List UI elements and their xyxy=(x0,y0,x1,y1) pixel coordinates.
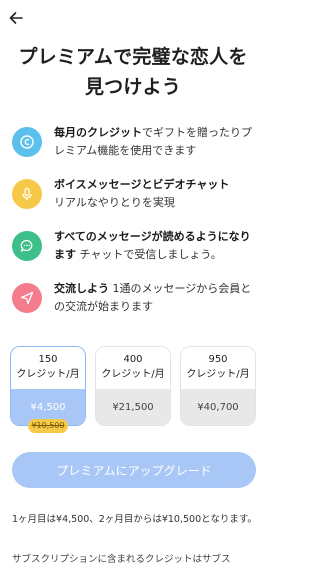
chat-icon xyxy=(12,231,42,261)
original-price-badge: ¥10,500 xyxy=(28,419,68,433)
feature-item-voice: ボイスメッセージとビデオチャット リアルなやりとりを実現 xyxy=(12,176,254,212)
feature-title: 毎月のクレジット xyxy=(54,126,142,139)
back-button[interactable] xyxy=(6,8,26,28)
plan-option-950[interactable]: 950 クレジット/月 ¥40,700 xyxy=(180,346,256,426)
feature-description: リアルなやりとりを実現 xyxy=(54,196,175,209)
plan-credit-unit: クレジット/月 xyxy=(101,369,165,380)
feature-text: すべてのメッセージが読めるようになります チャットで受信しましょう。 xyxy=(54,228,254,264)
plan-credits: 150 クレジット/月 xyxy=(11,347,85,389)
feature-item-interact: 交流しよう 1通のメッセージから会員との交流が始まります xyxy=(12,280,254,316)
arrow-left-icon xyxy=(9,12,23,24)
plan-credits: 950 クレジット/月 xyxy=(181,347,255,389)
plan-credits: 400 クレジット/月 xyxy=(96,347,170,389)
plan-selector: 150 クレジット/月 ¥4,500 400 クレジット/月 ¥21,500 9… xyxy=(10,346,256,426)
upgrade-button[interactable]: プレミアムにアップグレード xyxy=(12,452,256,488)
top-bar xyxy=(0,0,266,38)
microphone-icon xyxy=(12,179,42,209)
plan-option-400[interactable]: 400 クレジット/月 ¥21,500 xyxy=(95,346,171,426)
plan-credit-unit: クレジット/月 xyxy=(186,369,250,380)
feature-list: 毎月のクレジットでギフトを贈ったりプレミアム機能を使用できます ボイスメッセージ… xyxy=(0,124,266,316)
feature-item-messages: すべてのメッセージが読めるようになります チャットで受信しましょう。 xyxy=(12,228,254,264)
coin-icon xyxy=(12,127,42,157)
plan-credit-unit: クレジット/月 xyxy=(16,369,80,380)
feature-text: ボイスメッセージとビデオチャット リアルなやりとりを実現 xyxy=(54,176,229,212)
plan-option-150[interactable]: 150 クレジット/月 ¥4,500 xyxy=(10,346,86,426)
feature-text: 交流しよう 1通のメッセージから会員との交流が始まります xyxy=(54,280,254,316)
price-note: 1ヶ月目は¥4,500、2ヶ月目からは¥10,500となります。 xyxy=(12,514,257,525)
plan-price: ¥21,500 xyxy=(96,389,170,425)
plan-credit-amount: 950 xyxy=(208,354,228,365)
plan-price: ¥40,700 xyxy=(181,389,255,425)
page-title: プレミアムで完璧な恋人を見つけよう xyxy=(18,46,248,98)
feature-text: 毎月のクレジットでギフトを贈ったりプレミアム機能を使用できます xyxy=(54,124,254,160)
subscription-note: サブスクリプションに含まれるクレジットはサブス xyxy=(12,554,231,565)
feature-title: 交流しよう xyxy=(54,282,109,295)
plan-credit-amount: 150 xyxy=(38,354,58,365)
plan-credit-amount: 400 xyxy=(123,354,143,365)
feature-description: チャットで受信しましょう。 xyxy=(76,248,222,261)
send-icon xyxy=(12,283,42,313)
feature-title: ボイスメッセージとビデオチャット xyxy=(54,178,230,191)
feature-item-credits: 毎月のクレジットでギフトを贈ったりプレミアム機能を使用できます xyxy=(12,124,254,160)
